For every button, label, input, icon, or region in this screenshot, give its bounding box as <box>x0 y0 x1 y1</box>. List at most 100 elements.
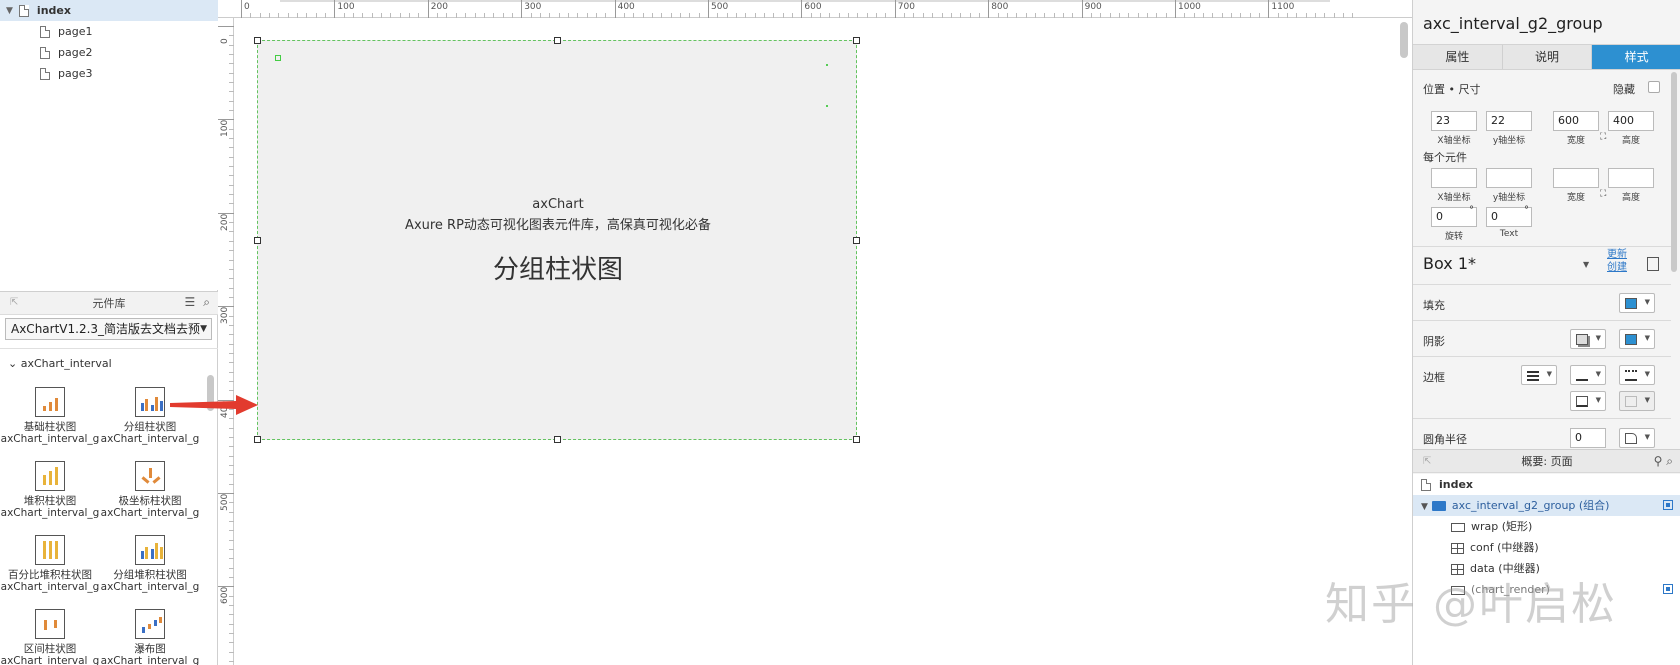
ruler-minor-tick <box>229 240 234 242</box>
ruler-minor-tick <box>904 13 906 18</box>
chevron-down-icon[interactable]: ▼ <box>6 6 13 16</box>
visibility-marker-icon[interactable] <box>1663 500 1673 510</box>
search-icon[interactable]: ⌕ <box>203 295 210 310</box>
search-icon[interactable]: ⌕ <box>1666 454 1673 468</box>
ruler-minor-tick <box>1034 13 1036 18</box>
border-visibility-button[interactable]: ▼ <box>1570 391 1606 411</box>
each-y-input[interactable] <box>1486 168 1532 188</box>
ruler-minor-tick <box>269 13 271 18</box>
y-input[interactable]: 22 <box>1486 111 1532 131</box>
widget-percent-stacked-bar[interactable]: 百分比堆积柱状图 axChart_interval_g <box>0 535 100 593</box>
outline-item-group[interactable]: ▼ axc_interval_g2_group (组合) <box>1413 495 1680 516</box>
library-select[interactable]: AxChartV1.2.3_简洁版去文档去预 ▼ <box>5 318 212 340</box>
corner-radius-input[interactable]: 0 <box>1570 428 1606 448</box>
ruler-minor-tick <box>229 521 234 523</box>
ruler-minor-tick <box>1128 13 1130 18</box>
hidden-checkbox[interactable] <box>1648 81 1660 93</box>
resize-handle-w[interactable] <box>254 237 261 244</box>
ruler-tick <box>894 0 896 18</box>
resize-handle-se[interactable] <box>853 436 860 443</box>
ruler-minor-tick <box>229 418 234 420</box>
collapse-icon[interactable]: ⇱ <box>10 297 18 308</box>
inspector-scrollbar[interactable] <box>1671 72 1677 272</box>
each-width-input[interactable] <box>1553 168 1599 188</box>
ruler-minor-tick <box>229 474 234 476</box>
widget-grouped-stacked-bar[interactable]: 分组堆积柱状图 axChart_interval_g <box>100 535 200 593</box>
border-weight-button[interactable]: ▼ <box>1521 365 1557 385</box>
widget-stacked-bar[interactable]: 堆积柱状图 axChart_interval_g <box>0 461 100 519</box>
ruler-minor-tick <box>539 13 541 18</box>
height-input[interactable]: 400 <box>1608 111 1654 131</box>
widget-waterfall[interactable]: 瀑布图 axChart_interval_g <box>100 609 200 665</box>
resize-handle-sw[interactable] <box>254 436 261 443</box>
update-link[interactable]: 更新 <box>1607 249 1627 260</box>
page-item-index[interactable]: ▼ index <box>0 0 218 21</box>
shadow-type-button[interactable]: ▼ <box>1570 329 1606 349</box>
style-panel: 位置 • 尺寸 隐藏 23 22 600 400 X轴坐标 y轴坐标 宽度 ⛶ … <box>1413 71 1671 449</box>
widget-name: 百分比堆积柱状图 <box>8 569 92 581</box>
ruler-minor-tick <box>229 352 234 354</box>
tab-style[interactable]: 样式 <box>1592 45 1680 69</box>
library-group[interactable]: ⌄ axChart_interval <box>8 357 112 370</box>
ruler-tick <box>1268 0 1270 18</box>
page-item-page2[interactable]: page2 <box>0 42 218 63</box>
width-input[interactable]: 600 <box>1553 111 1599 131</box>
arrow-style-button[interactable]: ▼ <box>1619 391 1655 411</box>
outline-item-wrap[interactable]: wrap (矩形) <box>1413 516 1680 537</box>
ruler-minor-tick <box>1259 13 1261 18</box>
polar-bar-chart-icon <box>135 461 165 491</box>
style-edit-icon[interactable] <box>1647 257 1659 271</box>
each-x-input[interactable] <box>1431 168 1477 188</box>
ruler-minor-tick <box>1315 13 1317 18</box>
page-item-page3[interactable]: page3 <box>0 63 218 84</box>
inspector-panel: axc_interval_g2_group 属性 说明 样式 位置 • 尺寸 隐… <box>1412 0 1680 665</box>
ruler-minor-tick <box>229 72 234 74</box>
ruler-minor-tick <box>483 13 485 18</box>
border-color-button[interactable]: ▼ <box>1570 365 1606 385</box>
corner-style-button[interactable]: ▼ <box>1619 428 1655 448</box>
create-link[interactable]: 创建 <box>1607 262 1627 273</box>
canvas-scrollbar[interactable] <box>1400 22 1408 58</box>
widget-range-bar[interactable]: 区间柱状图 axChart_interval_g <box>0 609 100 665</box>
horizontal-ruler[interactable]: 0 100 200 300 400 500 600 700 800 900 1000 1100 <box>232 0 1412 18</box>
each-height-input[interactable] <box>1608 168 1654 188</box>
ruler-minor-tick <box>229 315 234 317</box>
x-input[interactable]: 23 <box>1431 111 1477 131</box>
filter-icon[interactable]: ⚲ <box>1654 454 1663 468</box>
resize-handle-n[interactable] <box>554 37 561 44</box>
widget-basic-bar[interactable]: 基础柱状图 axChart_interval_g <box>0 387 100 445</box>
resize-handle-s[interactable] <box>554 436 561 443</box>
ruler-minor-tick <box>1100 13 1102 18</box>
visibility-marker-icon[interactable] <box>1663 584 1673 594</box>
tab-properties[interactable]: 属性 <box>1413 45 1503 69</box>
style-name[interactable]: Box 1* <box>1423 254 1476 273</box>
ruler-minor-tick <box>229 502 234 504</box>
arrow-style-icon <box>1625 396 1637 407</box>
ruler-minor-tick <box>1184 13 1186 18</box>
menu-icon[interactable]: ☰ <box>185 295 196 310</box>
lock-aspect-icon[interactable]: ⛶ <box>1600 189 1606 199</box>
fill-color-button[interactable]: ▼ <box>1619 293 1655 313</box>
vertical-ruler[interactable]: 0 100 200 300 400 500 600 <box>218 18 234 665</box>
page-item-page1[interactable]: page1 <box>0 21 218 42</box>
dropdown-arrow-icon: ▼ <box>1644 334 1650 342</box>
resize-handle-e[interactable] <box>853 237 860 244</box>
resize-handle-nw[interactable] <box>254 37 261 44</box>
widget-polar-bar[interactable]: 极坐标柱状图 axChart_interval_g <box>100 461 200 519</box>
collapse-icon[interactable]: ⇱ <box>1423 450 1431 473</box>
resize-handle-ne[interactable] <box>853 37 860 44</box>
outline-item-page[interactable]: index <box>1413 474 1680 495</box>
outline-item-conf[interactable]: conf (中继器) <box>1413 537 1680 558</box>
border-style-button[interactable]: ▼ <box>1619 365 1655 385</box>
ruler-tick-label: 600 <box>804 2 822 12</box>
shadow-color-button[interactable]: ▼ <box>1619 329 1655 349</box>
chevron-down-icon[interactable]: ▼ <box>1421 502 1428 512</box>
style-update-create-links[interactable]: 更新 创建 <box>1607 248 1627 274</box>
style-dropdown-icon[interactable]: ▼ <box>1583 260 1589 269</box>
selected-group-widget[interactable]: axChart Axure RP动态可视化图表元件库，高保真可视化必备 分组柱状… <box>254 37 860 443</box>
tab-notes[interactable]: 说明 <box>1503 45 1593 69</box>
widget-name-field[interactable]: axc_interval_g2_group <box>1423 14 1603 33</box>
lock-aspect-icon[interactable]: ⛶ <box>1600 132 1606 142</box>
ruler-minor-tick <box>1044 13 1046 18</box>
design-canvas[interactable]: 0 100 200 300 400 500 600 700 800 900 1000 1100 0 10… <box>218 0 1412 665</box>
